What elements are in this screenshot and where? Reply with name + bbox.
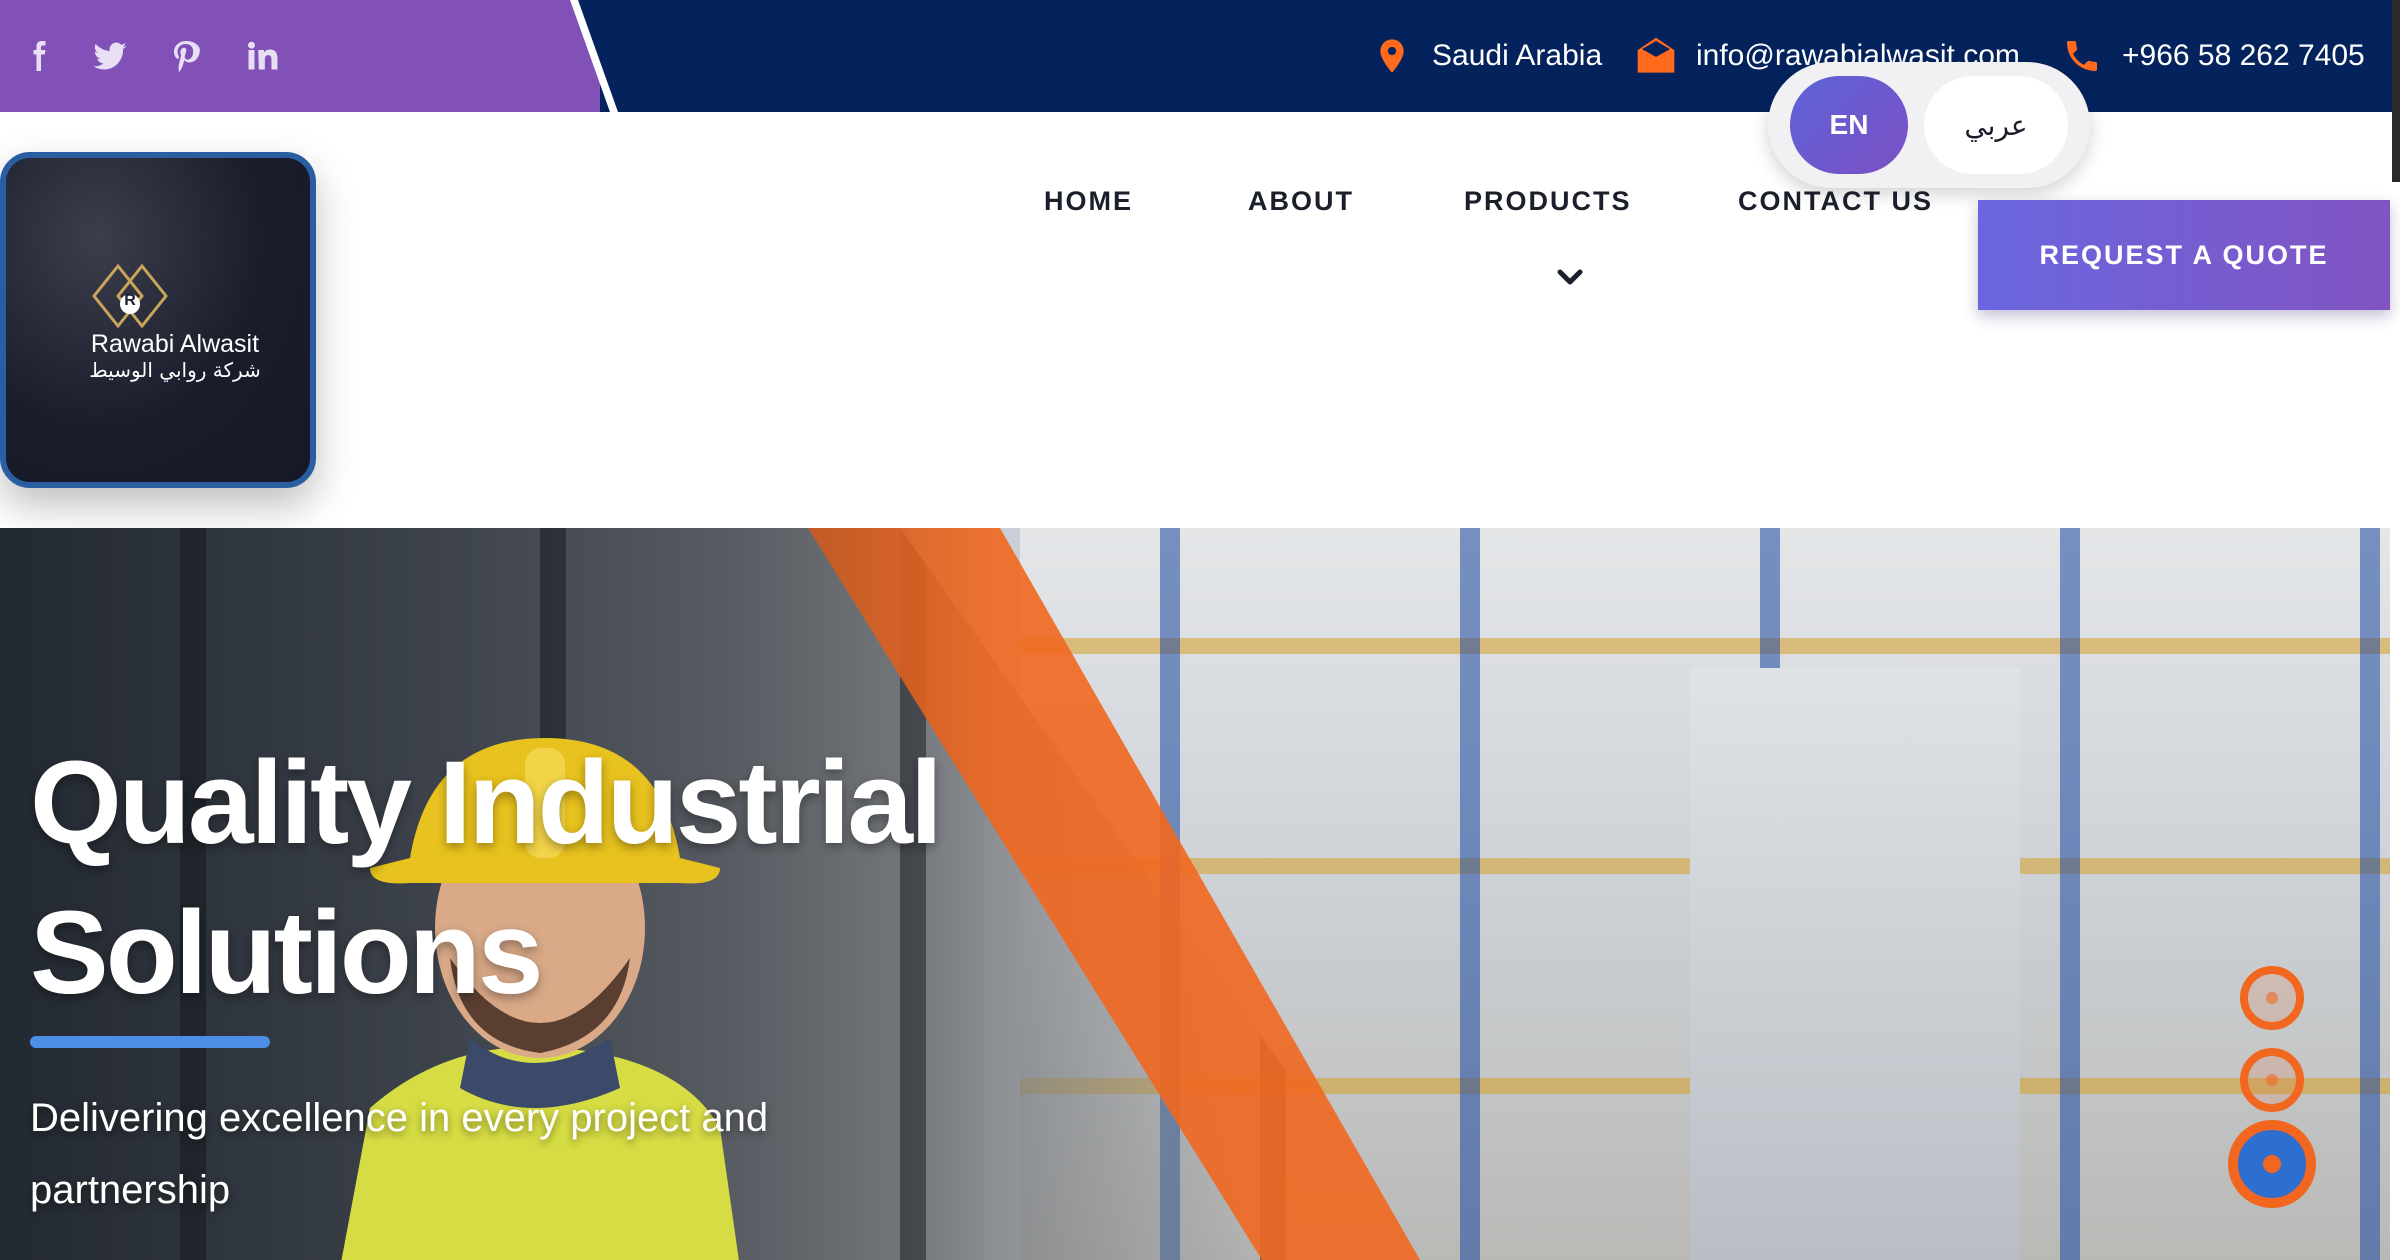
chevron-down-icon[interactable] <box>1556 268 1584 288</box>
language-en-button[interactable]: EN <box>1790 76 1908 174</box>
nav-contact[interactable]: CONTACT US <box>1738 186 1933 226</box>
hero-background-boxes <box>1690 668 2020 1260</box>
nav-home[interactable]: HOME <box>1044 186 1133 226</box>
logo-letter: R <box>124 292 136 309</box>
hero-title-line2: Solutions <box>30 887 544 1019</box>
hero-underline <box>30 1036 270 1048</box>
logo-arabic-name: شركة روابي الوسيط <box>89 358 261 382</box>
pinterest-icon[interactable] <box>158 28 214 84</box>
hero-subtitle-line1: Delivering excellence in every project a… <box>30 1096 769 1140</box>
site-logo[interactable]: R Rawabi Alwasit شركة روابي الوسيط <box>0 152 316 488</box>
slide-dot-3-active[interactable] <box>2228 1120 2316 1208</box>
hero-title-line1: Quality Industrial <box>30 737 943 869</box>
location-info: Saudi Arabia <box>1372 28 1602 84</box>
phone-link[interactable]: +966 58 262 7405 <box>2062 28 2365 84</box>
location-text: Saudi Arabia <box>1432 39 1603 72</box>
scrollbar[interactable] <box>2392 0 2400 182</box>
hero-subtitle-line2: partnership <box>30 1168 231 1212</box>
language-ar-button[interactable]: عربي <box>1924 76 2068 174</box>
hero-title: Quality Industrial Solutions <box>30 728 1030 1028</box>
linkedin-icon[interactable] <box>234 28 290 84</box>
phone-text: +966 58 262 7405 <box>2122 39 2365 72</box>
twitter-icon[interactable] <box>82 28 138 84</box>
hero-subtitle: Delivering excellence in every project a… <box>30 1082 850 1226</box>
phone-icon <box>2067 41 2097 71</box>
request-quote-button[interactable]: REQUEST A QUOTE <box>1978 200 2390 310</box>
nav-about[interactable]: ABOUT <box>1248 186 1354 226</box>
hero-slider: Quality Industrial Solutions Delivering … <box>0 528 2390 1260</box>
nav-products[interactable]: PRODUCTS <box>1464 186 1632 226</box>
envelope-open-icon <box>1637 37 1675 73</box>
slide-dot-1[interactable] <box>2240 966 2304 1030</box>
logo-name: Rawabi Alwasit <box>90 330 260 358</box>
facebook-icon[interactable] <box>10 28 66 84</box>
location-pin-icon <box>1380 39 1404 73</box>
slide-dot-2[interactable] <box>2240 1048 2304 1112</box>
language-toggle: EN عربي <box>1768 62 2090 188</box>
